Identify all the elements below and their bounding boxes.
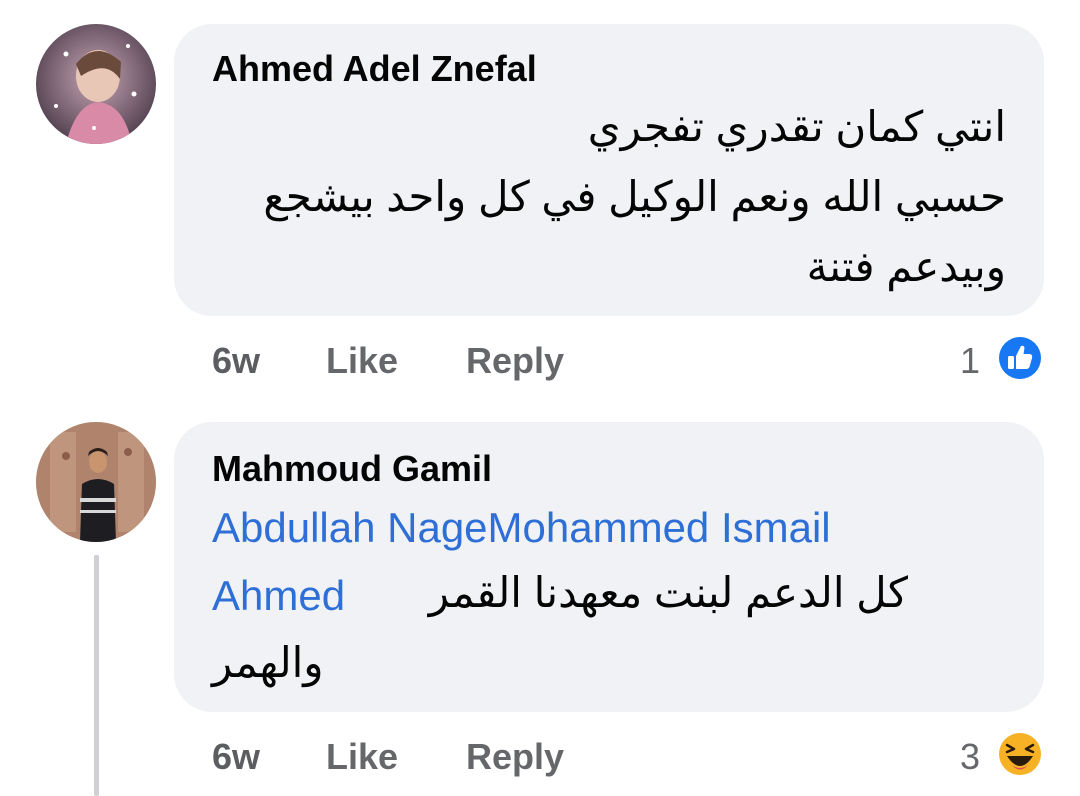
reply-button[interactable]: Reply: [466, 736, 564, 778]
comment-timestamp[interactable]: 6w: [212, 340, 260, 382]
reply-button[interactable]: Reply: [466, 340, 564, 382]
comment-text-line: انتي كمان تقدري تفجري: [587, 103, 1006, 150]
mention-link[interactable]: Ahmed: [212, 572, 345, 620]
comment-text-line: حسبي الله ونعم الوكيل في كل واحد بيشجع: [263, 173, 1006, 220]
like-button[interactable]: Like: [326, 340, 398, 382]
like-icon[interactable]: [996, 334, 1044, 382]
reaction-count[interactable]: 1: [960, 340, 980, 382]
haha-icon[interactable]: [996, 730, 1044, 778]
comment-author[interactable]: Mahmoud Gamil: [212, 448, 492, 490]
like-button[interactable]: Like: [326, 736, 398, 778]
comment-bubble: Ahmed Adel Znefal انتي كمان تقدري تفجري …: [174, 24, 1044, 316]
reaction-count[interactable]: 3: [960, 736, 980, 778]
comment-text-line: وبيدعم فتنة: [806, 243, 1006, 290]
comment-bubble: Mahmoud Gamil Abdullah NageMohammed Isma…: [174, 422, 1044, 712]
comment-text-line: والهمر: [212, 639, 324, 686]
avatar[interactable]: [36, 24, 156, 144]
comment-timestamp[interactable]: 6w: [212, 736, 260, 778]
avatar[interactable]: [36, 422, 156, 542]
comment-text-line: كل الدعم لبنت معهدنا القمر: [428, 569, 908, 616]
thread-line: [94, 555, 99, 796]
mention-link[interactable]: Abdullah NageMohammed Ismail: [212, 504, 831, 552]
comment-author[interactable]: Ahmed Adel Znefal: [212, 48, 537, 90]
